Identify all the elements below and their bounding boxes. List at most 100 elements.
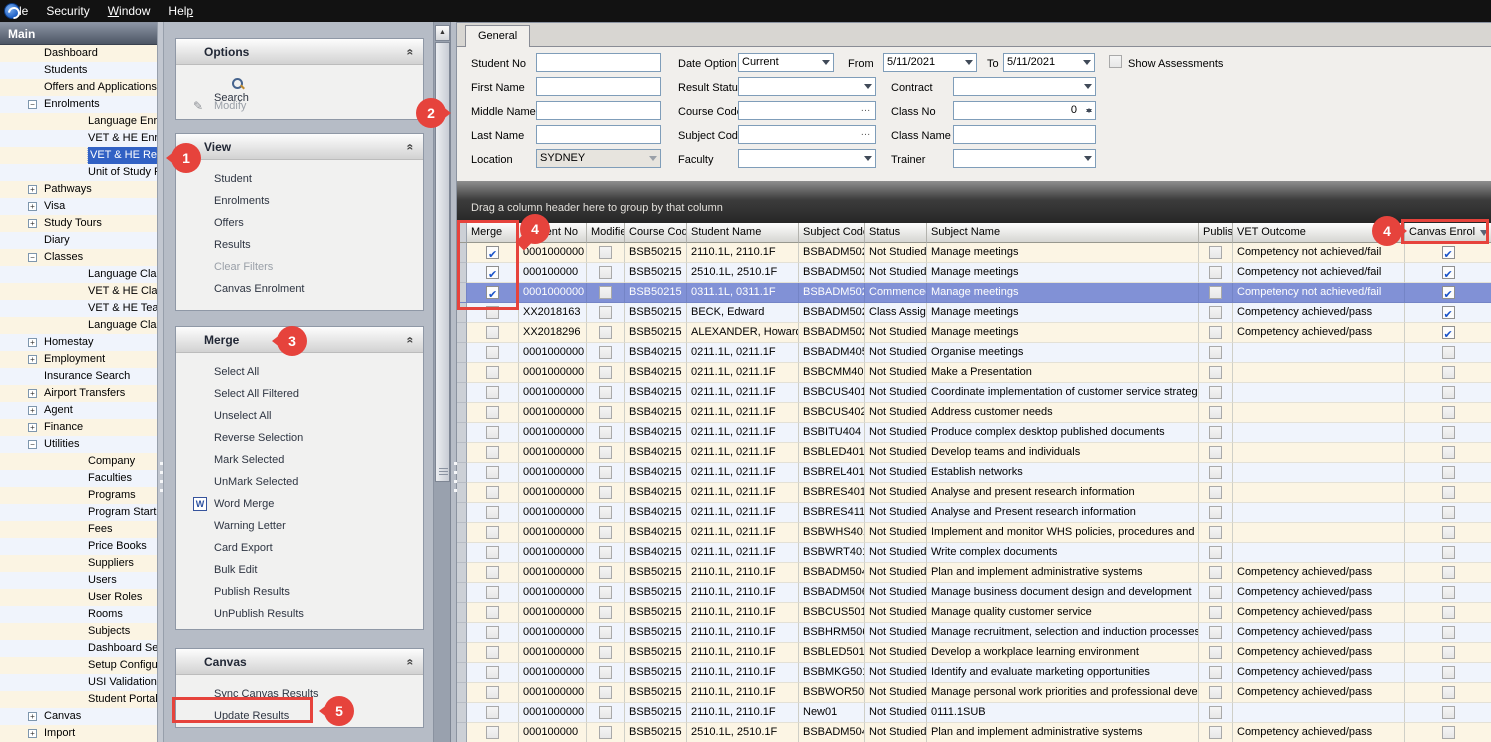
sidebar-item-finance[interactable]: +Finance [0, 419, 157, 436]
merge-checkbox[interactable] [486, 366, 499, 379]
collapse-section-icon[interactable]: « [398, 337, 424, 344]
sidebar-item-usi-validation-log[interactable]: USI Validation Log [0, 674, 157, 691]
sidebar-item-price-books[interactable]: Price Books [0, 538, 157, 555]
panel-item-bulk-edit[interactable]: Bulk Edit [176, 559, 423, 581]
sidebar-item-rooms[interactable]: Rooms [0, 606, 157, 623]
merge-checkbox[interactable] [486, 246, 499, 259]
table-row[interactable]: 0001000000BSB402150211.1L, 0211.1FBSBCUS… [457, 383, 1491, 403]
canvas-enrol-checkbox[interactable] [1442, 666, 1455, 679]
first-name-input[interactable] [536, 77, 661, 96]
sidebar-item-language-enrolments[interactable]: Language Enrolments [0, 113, 157, 130]
class-name-input[interactable] [953, 125, 1096, 144]
faculty-select[interactable] [738, 149, 876, 168]
canvas-enrol-checkbox[interactable] [1442, 266, 1455, 279]
panel-item-sync-canvas-results[interactable]: Sync Canvas Results [176, 683, 423, 705]
sidebar-item-offers-and-applications[interactable]: Offers and Applications [0, 79, 157, 96]
collapse-section-icon[interactable]: « [398, 659, 424, 666]
table-row[interactable]: 0001000000BSB502152110.1L, 2110.1FBSBADM… [457, 563, 1491, 583]
panel-item-unpublish-results[interactable]: UnPublish Results [176, 603, 423, 625]
merge-checkbox[interactable] [486, 506, 499, 519]
table-row[interactable]: 000100000BSB502152510.1L, 2510.1FBSBADM5… [457, 263, 1491, 283]
column-header-modified[interactable]: Modified [587, 223, 625, 243]
tree-toggle-expand-icon[interactable]: + [28, 185, 37, 194]
panel-item-enrolments[interactable]: Enrolments [176, 190, 423, 212]
modified-checkbox[interactable] [599, 666, 612, 679]
tree-toggle-expand-icon[interactable]: + [28, 423, 37, 432]
canvas-enrol-checkbox[interactable] [1442, 546, 1455, 559]
sidebar-item-programs[interactable]: Programs [0, 487, 157, 504]
canvas-enrol-checkbox[interactable] [1442, 386, 1455, 399]
sidebar-item-unit-of-study-results[interactable]: Unit of Study Results [0, 164, 157, 181]
publish-checkbox[interactable] [1209, 366, 1222, 379]
publish-checkbox[interactable] [1209, 706, 1222, 719]
location-select[interactable]: SYDNEY [536, 149, 661, 168]
table-row[interactable]: 0001000000BSB502152110.1L, 2110.1FBSBADM… [457, 243, 1491, 263]
publish-checkbox[interactable] [1209, 586, 1222, 599]
class-no-stepper[interactable]: 0 [953, 101, 1096, 120]
date-option-select[interactable]: Current [738, 53, 834, 72]
sidebar-item-import[interactable]: +Import [0, 725, 157, 742]
modified-checkbox[interactable] [599, 386, 612, 399]
canvas-enrol-checkbox[interactable] [1442, 506, 1455, 519]
merge-checkbox[interactable] [486, 686, 499, 699]
canvas-enrol-checkbox[interactable] [1442, 406, 1455, 419]
sidebar-item-language-classes[interactable]: Language Classes [0, 266, 157, 283]
sidebar-item-language-class-allocation[interactable]: Language Class Allocation [0, 317, 157, 334]
table-row[interactable]: 0001000000BSB502152110.1L, 2110.1FBSBADM… [457, 583, 1491, 603]
panel-item-warning-letter[interactable]: Warning Letter [176, 515, 423, 537]
merge-checkbox[interactable] [486, 566, 499, 579]
panel-item-card-export[interactable]: Card Export [176, 537, 423, 559]
panel-item-results[interactable]: Results [176, 234, 423, 256]
canvas-enrol-checkbox[interactable] [1442, 706, 1455, 719]
tree-toggle-expand-icon[interactable]: + [28, 712, 37, 721]
merge-checkbox[interactable] [486, 606, 499, 619]
table-row[interactable]: 0001000000BSB402150211.1L, 0211.1FBSBLED… [457, 443, 1491, 463]
modified-checkbox[interactable] [599, 546, 612, 559]
publish-checkbox[interactable] [1209, 626, 1222, 639]
canvas-enrol-checkbox[interactable] [1442, 646, 1455, 659]
modified-checkbox[interactable] [599, 286, 612, 299]
subject-code-lookup[interactable]: … [738, 125, 876, 144]
merge-checkbox[interactable] [486, 346, 499, 359]
sidebar-item-suppliers[interactable]: Suppliers [0, 555, 157, 572]
publish-checkbox[interactable] [1209, 686, 1222, 699]
sidebar-item-setup-configuration[interactable]: Setup Configuration [0, 657, 157, 674]
publish-checkbox[interactable] [1209, 406, 1222, 419]
panel-item-student[interactable]: Student [176, 168, 423, 190]
modified-checkbox[interactable] [599, 426, 612, 439]
tree-toggle-collapse-icon[interactable]: − [28, 440, 37, 449]
sidebar-item-student-portal-activity-log[interactable]: Student Portal Activity Log [0, 691, 157, 708]
modified-checkbox[interactable] [599, 346, 612, 359]
contract-select[interactable] [953, 77, 1096, 96]
collapse-section-icon[interactable]: « [398, 49, 424, 56]
canvas-enrol-checkbox[interactable] [1442, 346, 1455, 359]
sidebar-item-fees[interactable]: Fees [0, 521, 157, 538]
sidebar-item-enrolments[interactable]: −Enrolments [0, 96, 157, 113]
sidebar-item-insurance-search[interactable]: Insurance Search [0, 368, 157, 385]
menu-window[interactable]: Window [99, 0, 160, 22]
modified-checkbox[interactable] [599, 586, 612, 599]
merge-checkbox[interactable] [486, 386, 499, 399]
merge-checkbox[interactable] [486, 486, 499, 499]
merge-checkbox[interactable] [486, 446, 499, 459]
modified-checkbox[interactable] [599, 606, 612, 619]
menu-security[interactable]: Security [37, 0, 98, 22]
merge-checkbox[interactable] [486, 466, 499, 479]
modified-checkbox[interactable] [599, 706, 612, 719]
sidebar-item-dashboard-setup[interactable]: Dashboard Setup [0, 640, 157, 657]
table-row[interactable]: 0001000000BSB402150211.1L, 0211.1FBSBWRT… [457, 543, 1491, 563]
panel-item-unselect-all[interactable]: Unselect All [176, 405, 423, 427]
canvas-enrol-checkbox[interactable] [1442, 426, 1455, 439]
table-row[interactable]: 0001000000BSB402150211.1L, 0211.1FBSBRES… [457, 503, 1491, 523]
merge-checkbox[interactable] [486, 326, 499, 339]
tree-toggle-expand-icon[interactable]: + [28, 406, 37, 415]
sidebar-item-utilities[interactable]: −Utilities [0, 436, 157, 453]
sidebar-item-classes[interactable]: −Classes [0, 249, 157, 266]
publish-checkbox[interactable] [1209, 386, 1222, 399]
panel-item-mark-selected[interactable]: Mark Selected [176, 449, 423, 471]
modified-checkbox[interactable] [599, 326, 612, 339]
student-no-input[interactable] [536, 53, 661, 72]
publish-checkbox[interactable] [1209, 506, 1222, 519]
publish-checkbox[interactable] [1209, 526, 1222, 539]
sidebar-item-homestay[interactable]: +Homestay [0, 334, 157, 351]
